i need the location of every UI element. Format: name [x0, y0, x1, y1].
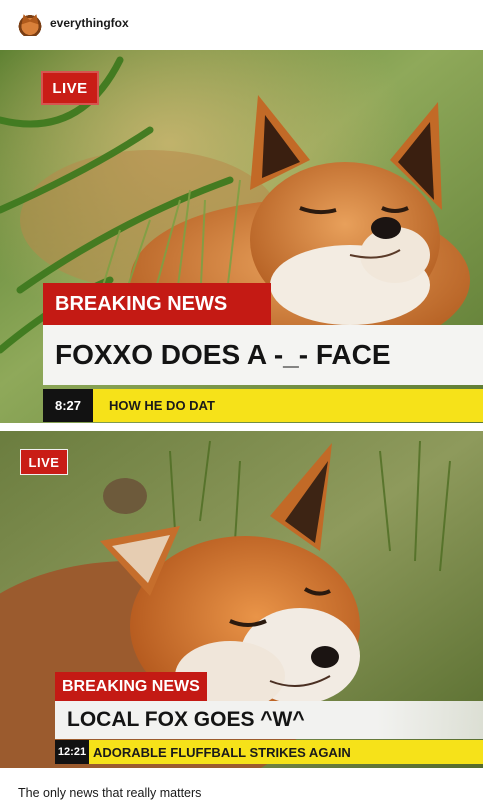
live-badge: LIVE	[20, 449, 68, 475]
breaking-news-label: BREAKING NEWS	[43, 283, 271, 325]
post-caption: The only news that really matters	[18, 786, 202, 800]
news-ticker: 12:21 ADORABLE FLUFFBALL STRIKES AGAIN	[55, 740, 483, 764]
news-headline: LOCAL FOX GOES ^W^	[55, 701, 483, 739]
fox-avatar-icon[interactable]	[18, 12, 42, 36]
ticker-time: 8:27	[43, 389, 93, 422]
ticker-text: ADORABLE FLUFFBALL STRIKES AGAIN	[93, 744, 351, 760]
blog-username[interactable]: everythingfox	[50, 16, 129, 30]
post-header: everythingfox	[0, 0, 483, 48]
ticker-text: HOW HE DO DAT	[109, 398, 215, 413]
news-panel-2: LIVE BREAKING NEWS LOCAL FOX GOES ^W^ 12…	[0, 431, 483, 768]
news-headline: FOXXO DOES A -_- FACE	[43, 325, 483, 385]
news-panel-1: LIVE BREAKING NEWS FOXXO DOES A -_- FACE…	[0, 50, 483, 423]
live-badge: LIVE	[41, 71, 99, 105]
ticker-time: 12:21	[55, 740, 89, 764]
breaking-news-label: BREAKING NEWS	[55, 672, 207, 701]
news-ticker: 8:27 HOW HE DO DAT	[43, 389, 483, 422]
